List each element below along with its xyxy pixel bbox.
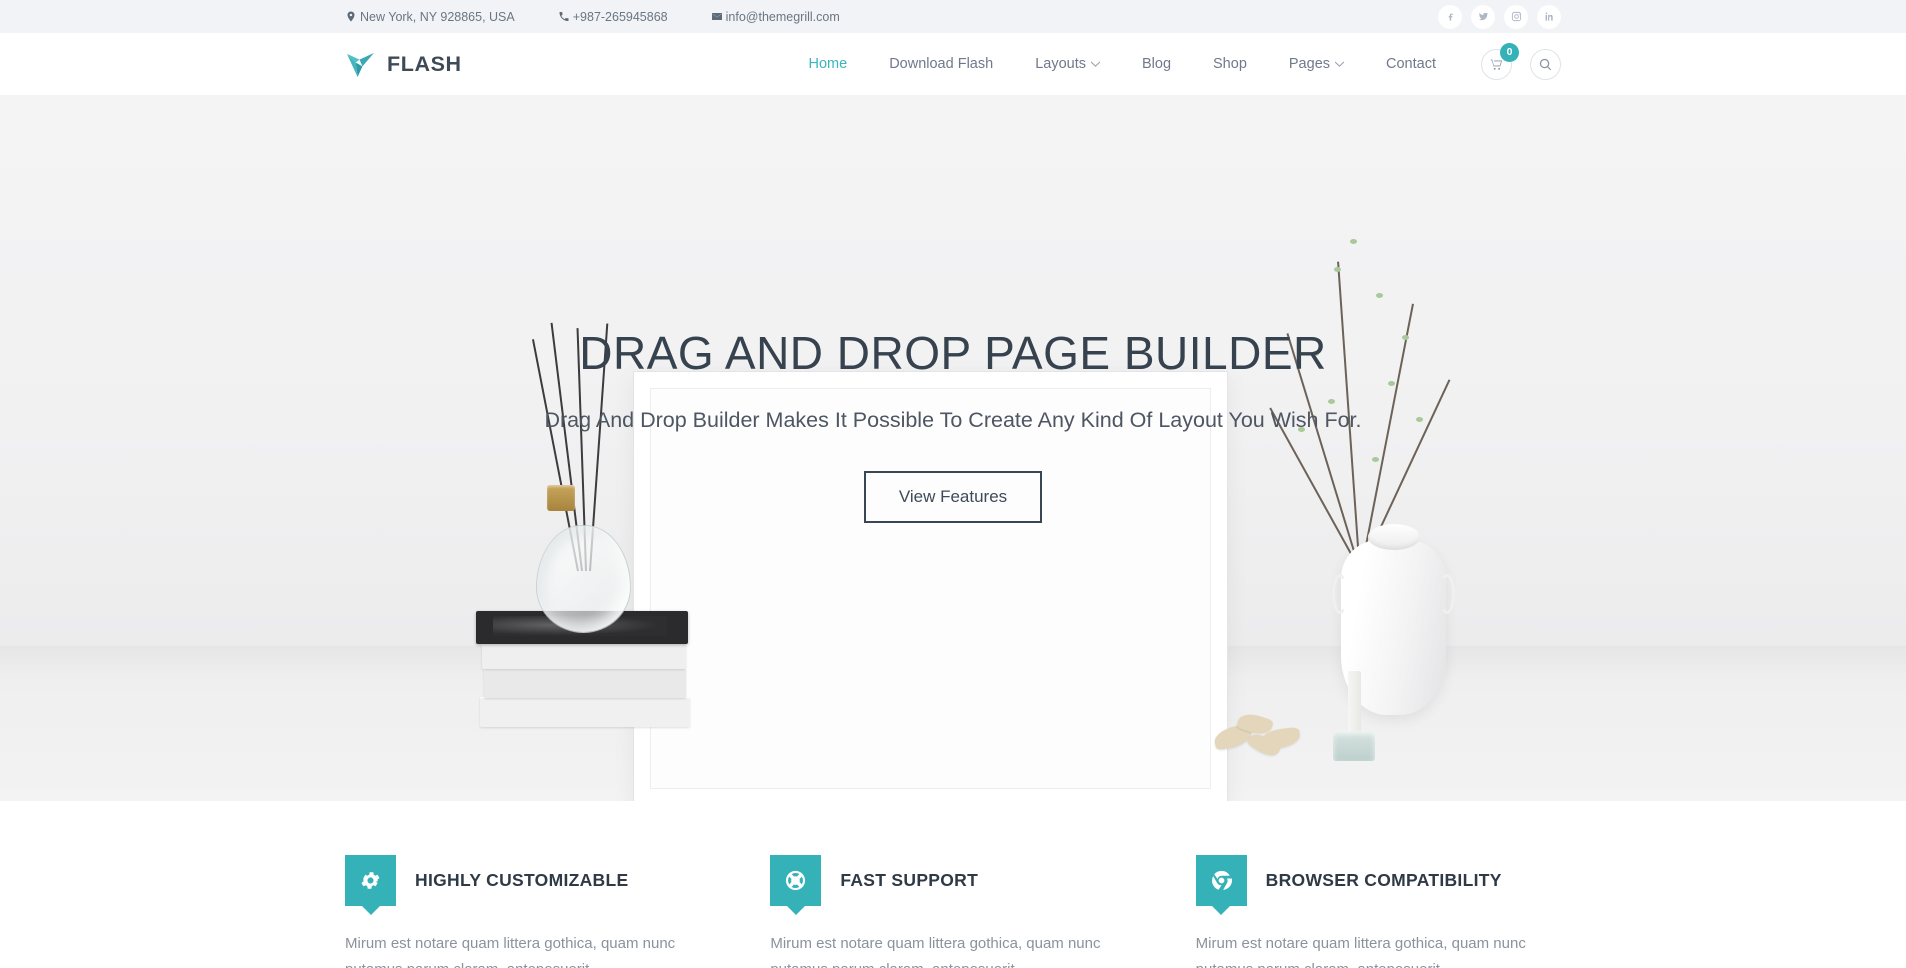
cart-button[interactable]: 0 (1481, 42, 1519, 80)
feature-description: Mirum est notare quam littera gothica, q… (1195, 935, 1526, 968)
feature-title: BROWSER COMPATIBILITY (1265, 870, 1502, 890)
nav-item-download-flash-label: Download Flash (889, 56, 994, 72)
primary-nav: Home Download Flash Layouts Blog Shop Pa… (788, 56, 1457, 72)
facebook-link[interactable] (1438, 4, 1462, 29)
header-tools: 0 (1481, 42, 1561, 80)
nav-item-home[interactable]: Home (788, 56, 869, 72)
envelope-icon (711, 10, 723, 23)
nav-item-contact[interactable]: Contact (1365, 56, 1457, 72)
feature-card-browser-compatibility: BROWSER COMPATIBILITY Mirum est notare q… (1195, 855, 1561, 968)
hero-content: DRAG AND DROP PAGE BUILDER Drag And Drop… (0, 95, 1906, 801)
features-section: HIGHLY CUSTOMIZABLE Mirum est notare qua… (0, 801, 1906, 968)
social-links (1438, 4, 1561, 29)
cart-count-badge: 0 (1500, 42, 1519, 62)
feature-card-fast-support: FAST SUPPORT Mirum est notare quam litte… (770, 855, 1135, 968)
nav-item-layouts[interactable]: Layouts (1014, 56, 1121, 72)
feature-header: HIGHLY CUSTOMIZABLE (345, 855, 710, 906)
site-logo-text: FLASH (387, 51, 462, 76)
browser-chrome-icon (1195, 855, 1247, 906)
twitter-link[interactable] (1471, 4, 1495, 29)
hero-subtitle: Drag And Drop Builder Makes It Possible … (544, 407, 1362, 432)
chevron-down-icon (1334, 60, 1345, 70)
hero-section: DRAG AND DROP PAGE BUILDER Drag And Drop… (0, 95, 1906, 801)
nav-item-shop[interactable]: Shop (1192, 56, 1268, 72)
nav-item-pages[interactable]: Pages (1268, 56, 1365, 72)
search-icon (1538, 57, 1553, 72)
top-address[interactable]: New York, NY 928865, USA (345, 10, 515, 24)
feature-header: BROWSER COMPATIBILITY (1195, 855, 1561, 906)
top-phone-label: +987-265945868 (572, 9, 668, 24)
location-pin-icon (345, 10, 357, 23)
feature-card-highly-customizable: HIGHLY CUSTOMIZABLE Mirum est notare qua… (345, 855, 710, 968)
linkedin-icon (1544, 11, 1555, 22)
feature-description: Mirum est notare quam littera gothica, q… (345, 935, 676, 968)
top-address-label: New York, NY 928865, USA (360, 9, 515, 24)
twitter-icon (1478, 11, 1489, 22)
chevron-down-icon (1090, 60, 1101, 70)
search-button[interactable] (1530, 48, 1561, 80)
phone-icon (558, 10, 570, 23)
top-email[interactable]: info@themegrill.com (711, 10, 840, 24)
nav-item-download-flash[interactable]: Download Flash (868, 56, 1014, 72)
flash-bird-logo-icon (345, 50, 376, 78)
nav-item-blog-label: Blog (1141, 56, 1172, 72)
feature-title: HIGHLY CUSTOMIZABLE (415, 870, 629, 890)
gear-icon (345, 855, 396, 906)
site-header: FLASH Home Download Flash Layouts Blog S… (0, 33, 1906, 95)
top-phone[interactable]: +987-265945868 (558, 10, 668, 24)
linkedin-link[interactable] (1537, 4, 1561, 29)
nav-item-layouts-label: Layouts (1035, 56, 1086, 72)
nav-item-shop-label: Shop (1213, 56, 1247, 72)
view-features-button[interactable]: View Features (863, 470, 1043, 523)
facebook-icon (1445, 11, 1456, 22)
nav-item-contact-label: Contact (1386, 56, 1436, 72)
instagram-icon (1511, 11, 1522, 22)
instagram-link[interactable] (1504, 4, 1528, 29)
top-email-label: info@themegrill.com (725, 9, 840, 24)
site-logo[interactable]: FLASH (345, 50, 462, 78)
nav-item-blog[interactable]: Blog (1121, 56, 1192, 72)
feature-description: Mirum est notare quam littera gothica, q… (770, 935, 1101, 968)
feature-header: FAST SUPPORT (770, 855, 1135, 906)
top-info-bar: New York, NY 928865, USA +987-265945868 … (0, 0, 1906, 33)
top-contact-group: New York, NY 928865, USA +987-265945868 … (345, 10, 840, 24)
feature-title: FAST SUPPORT (840, 870, 979, 890)
nav-item-home-label: Home (808, 56, 848, 72)
nav-item-pages-label: Pages (1288, 56, 1331, 72)
hero-title: DRAG AND DROP PAGE BUILDER (579, 327, 1327, 380)
life-ring-icon (770, 855, 822, 906)
